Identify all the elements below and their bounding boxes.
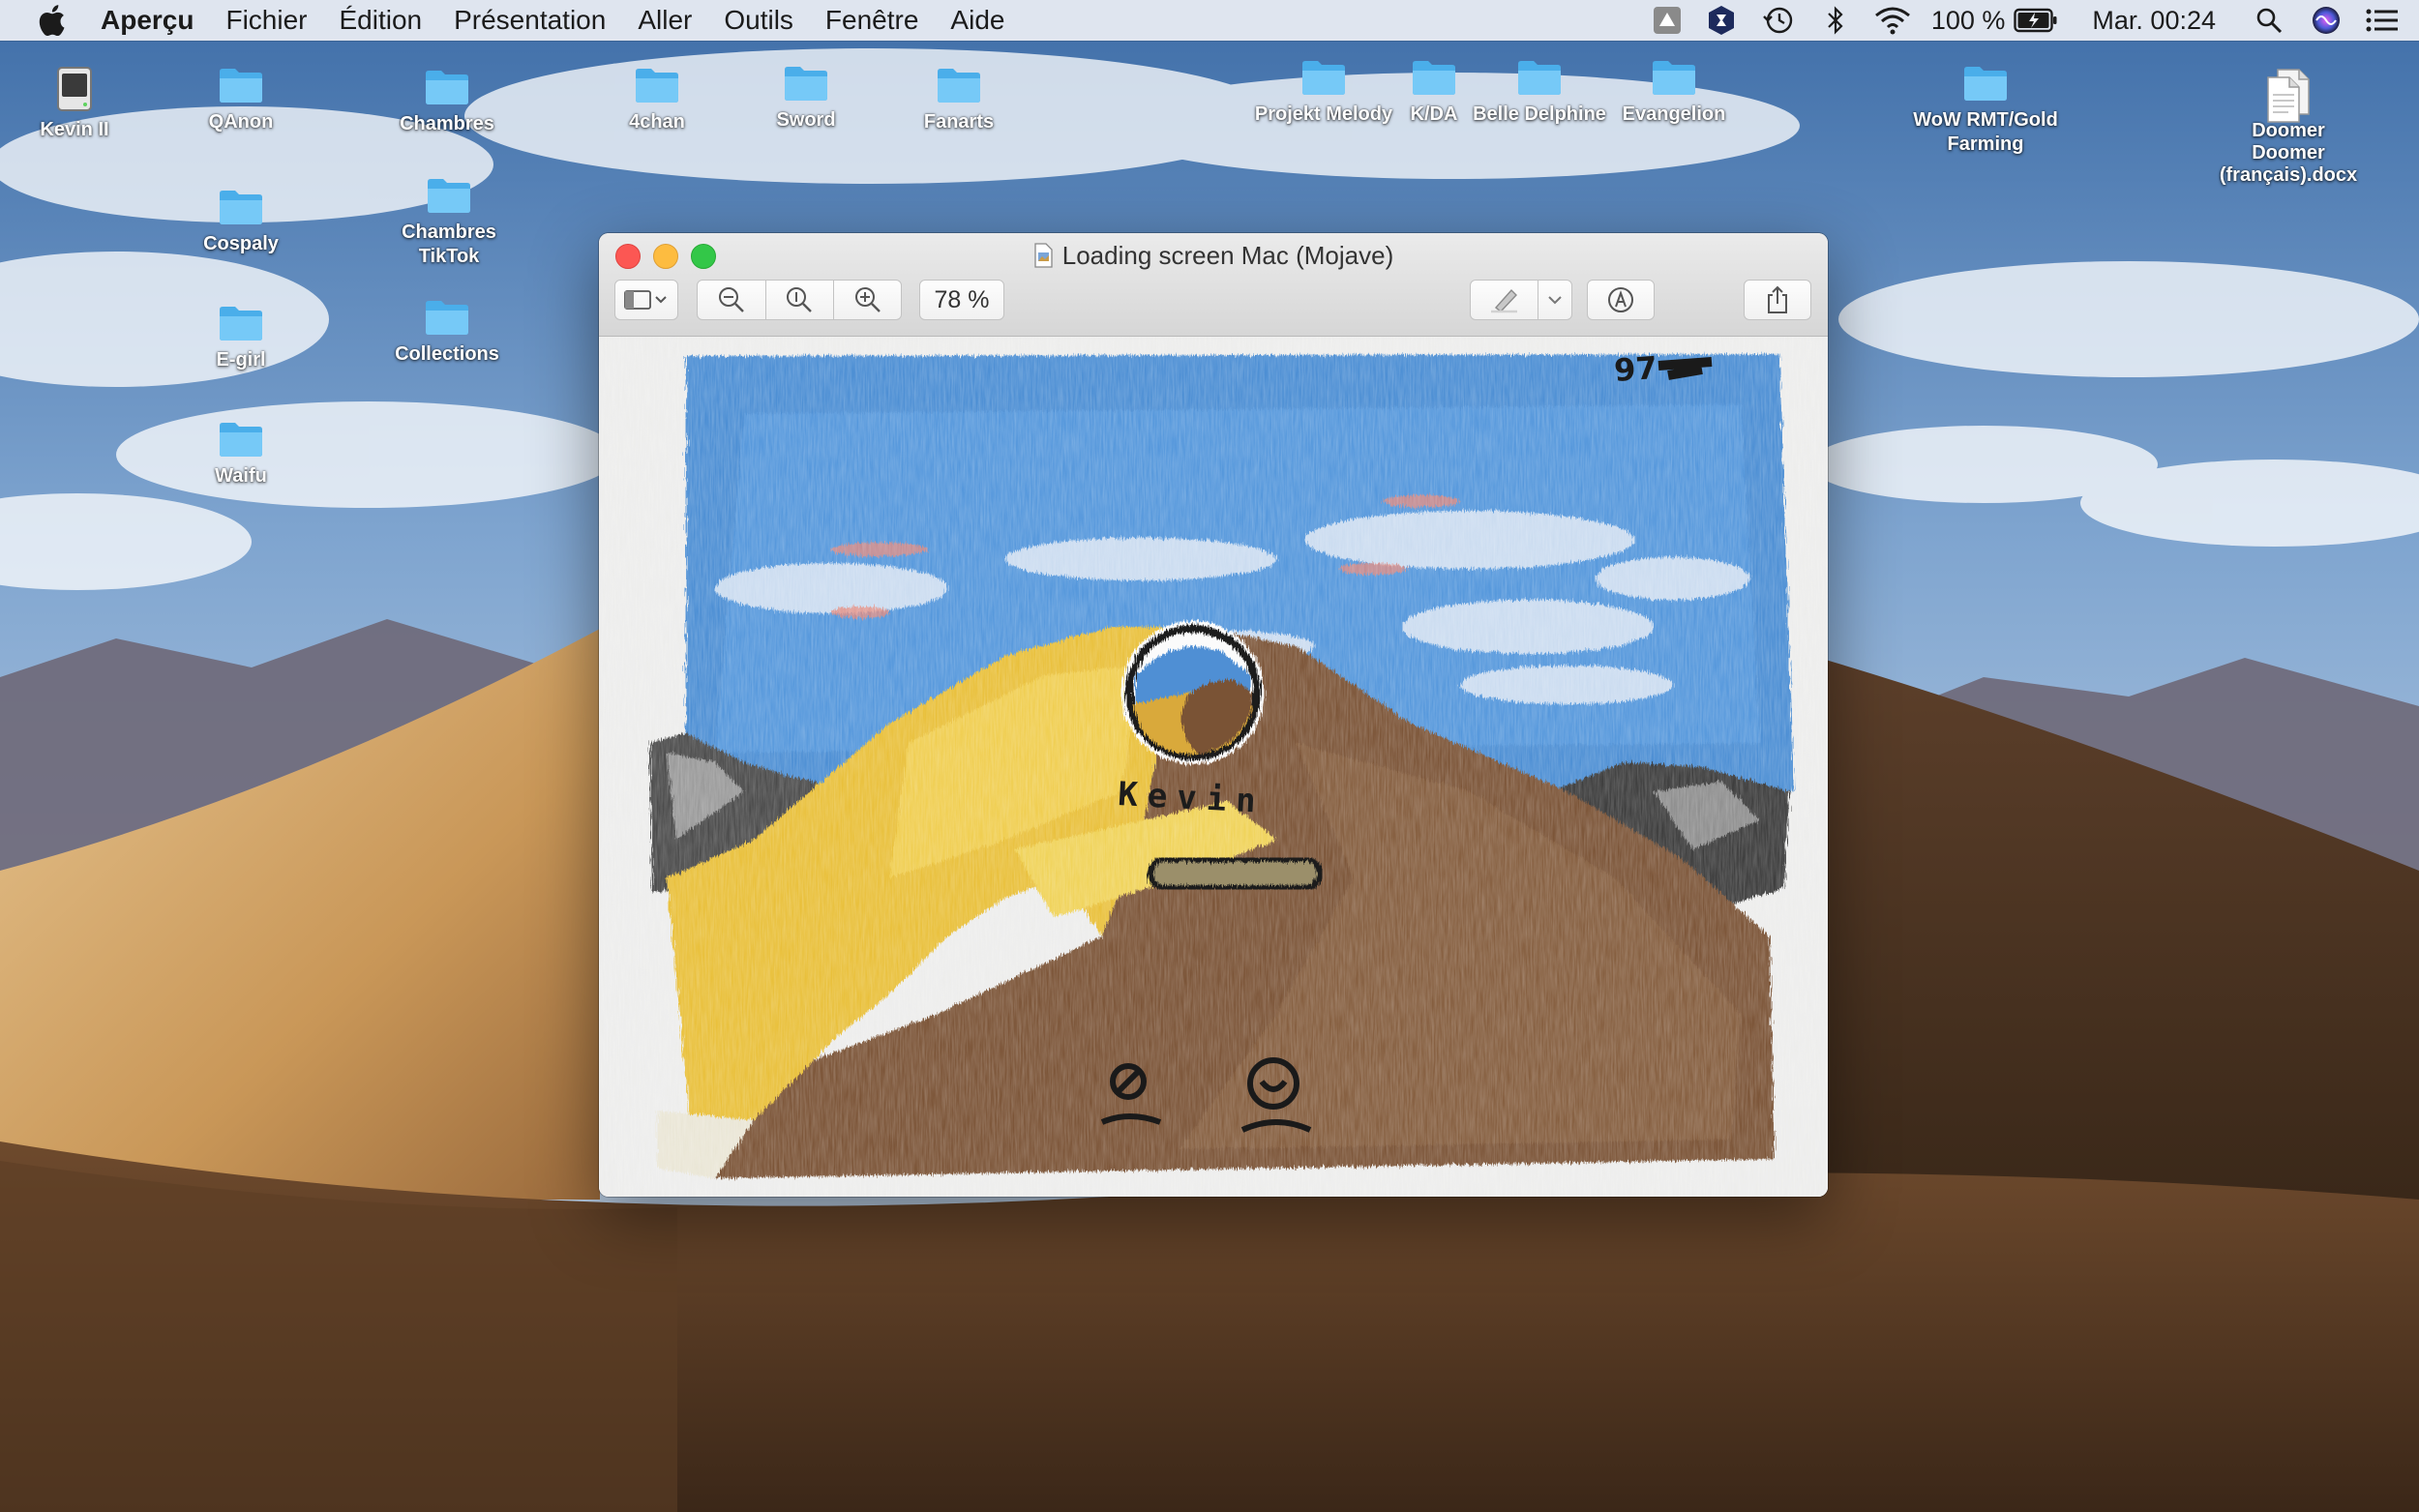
drawing-name-text: Kevin — [1117, 775, 1266, 821]
highlight-button-group — [1470, 280, 1572, 320]
document-canvas[interactable]: Kevin 97 — [599, 337, 1828, 1197]
menu-bar: Aperçu Fichier Édition Présentation Alle… — [0, 0, 2419, 41]
desktop-drive-kevin-ii[interactable]: Kevin II — [0, 66, 162, 142]
folder-icon — [1653, 61, 1695, 95]
drive-icon — [57, 67, 92, 111]
desktop-folder-4chan[interactable]: 4chan — [570, 66, 744, 134]
desktop-folder-chambres[interactable]: Chambres — [360, 68, 534, 136]
zoom-in-icon — [854, 287, 881, 312]
markup-pen-icon — [1608, 287, 1633, 312]
battery-icon[interactable] — [2013, 8, 2059, 33]
shield-app-icon[interactable] — [1705, 5, 1738, 36]
battery-percentage: 100 % — [1930, 5, 2006, 35]
menubar-clock[interactable]: Mar. 00:24 — [2092, 6, 2216, 36]
zoom-out-button[interactable] — [698, 281, 766, 319]
actual-size-icon — [787, 287, 813, 312]
menu-presentation[interactable]: Présentation — [454, 0, 606, 41]
drawing-corner-scribble: 97 — [1613, 349, 1658, 389]
folder-icon — [785, 67, 827, 101]
icon-label: Waifu — [215, 465, 267, 487]
desktop-folder-waifu[interactable]: Waifu — [154, 420, 328, 489]
sidebar-toggle-button[interactable] — [614, 280, 678, 320]
desktop-folder-sword[interactable]: Sword — [719, 64, 893, 133]
window-title: Loading screen Mac (Mojave) — [599, 239, 1828, 272]
crayon-drawing-image: Kevin 97 — [599, 337, 1828, 1197]
drive-status-icon[interactable] — [1651, 6, 1684, 35]
markup-toolbar-button[interactable] — [1587, 280, 1655, 320]
folder-icon — [426, 301, 468, 335]
bluetooth-icon[interactable] — [1821, 5, 1850, 36]
icon-label: Evangelion — [1622, 104, 1726, 125]
menu-aide[interactable]: Aide — [950, 0, 1004, 41]
wifi-icon[interactable] — [1873, 6, 1912, 35]
time-machine-icon[interactable] — [1759, 4, 1798, 37]
zoom-out-icon — [718, 287, 744, 312]
document-proxy-icon[interactable] — [1033, 243, 1053, 268]
folder-icon — [220, 191, 262, 224]
folder-icon — [220, 307, 262, 341]
menu-fenetre[interactable]: Fenêtre — [825, 0, 919, 41]
folder-icon — [220, 69, 262, 103]
chevron-down-icon — [1548, 296, 1562, 305]
apple-menu-icon[interactable] — [37, 4, 70, 37]
window-title-text: Loading screen Mac (Mojave) — [1061, 241, 1394, 270]
siri-icon[interactable] — [2311, 6, 2342, 35]
folder-icon — [220, 423, 262, 457]
icon-label: 4chan — [629, 111, 685, 133]
folder-icon — [428, 179, 470, 213]
desktop-document-doomer[interactable]: Doomer Doomer (français).docx — [2192, 68, 2385, 187]
folder-icon — [1518, 61, 1561, 95]
sidebar-icon — [624, 290, 667, 310]
desktop-folder-qanon[interactable]: QAnon — [154, 66, 328, 134]
desktop-folder-collections[interactable]: Collections — [360, 298, 534, 367]
spotlight-search-icon[interactable] — [2255, 7, 2284, 34]
icon-label: Kevin II — [40, 119, 109, 140]
highlighter-icon — [1490, 288, 1517, 313]
icon-label: K/DA — [1410, 104, 1458, 125]
desktop-folder-evangelion[interactable]: Evangelion — [1587, 58, 1761, 127]
icon-label: Chambres TikTok — [402, 222, 496, 267]
desktop-folder-e-girl[interactable]: E-girl — [154, 304, 328, 372]
actual-size-button[interactable] — [766, 281, 835, 319]
zoom-level-field[interactable]: 78 % — [919, 280, 1004, 320]
folder-icon — [1302, 61, 1345, 95]
folder-icon — [1964, 67, 2007, 101]
icon-label: Doomer Doomer (français).docx — [2219, 120, 2358, 186]
highlight-button[interactable] — [1471, 281, 1539, 319]
desktop-folder-chambres-tiktok[interactable]: Chambres TikTok — [362, 176, 536, 269]
icon-label: WoW RMT/Gold Farming — [1913, 109, 2058, 155]
icon-label: Collections — [395, 343, 499, 365]
zoom-in-button[interactable] — [834, 281, 901, 319]
icon-label: Sword — [776, 109, 836, 131]
document-icon — [2267, 69, 2310, 123]
desktop-folder-fanarts[interactable]: Fanarts — [872, 66, 1046, 134]
icon-label: QAnon — [208, 111, 274, 133]
share-button[interactable] — [1744, 280, 1811, 320]
desktop-folder-wow-rmt[interactable]: WoW RMT/Gold Farming — [1889, 64, 2082, 157]
folder-icon — [1413, 61, 1455, 95]
icon-label: Fanarts — [923, 111, 995, 133]
menu-app-name[interactable]: Aperçu — [101, 0, 194, 41]
preview-window: Loading screen Mac (Mojave) 78 % Kevin 9… — [599, 233, 1828, 1197]
menu-edition[interactable]: Édition — [339, 0, 422, 41]
icon-label: Chambres — [400, 113, 494, 134]
zoom-button-group — [697, 280, 902, 320]
folder-icon — [938, 69, 980, 103]
desktop-folder-cospaly[interactable]: Cospaly — [154, 188, 328, 256]
menu-aller[interactable]: Aller — [638, 0, 692, 41]
folder-icon — [426, 71, 468, 104]
icon-label: E-girl — [216, 349, 266, 371]
icon-label: Cospaly — [203, 233, 279, 254]
folder-icon — [636, 69, 678, 103]
menu-fichier[interactable]: Fichier — [225, 0, 307, 41]
share-icon — [1768, 285, 1787, 313]
highlight-menu-button[interactable] — [1538, 281, 1571, 319]
notification-center-icon[interactable] — [2365, 8, 2400, 33]
window-titlebar[interactable]: Loading screen Mac (Mojave) 78 % — [599, 233, 1828, 337]
menu-outils[interactable]: Outils — [724, 0, 793, 41]
zoom-level-text: 78 % — [934, 285, 990, 313]
